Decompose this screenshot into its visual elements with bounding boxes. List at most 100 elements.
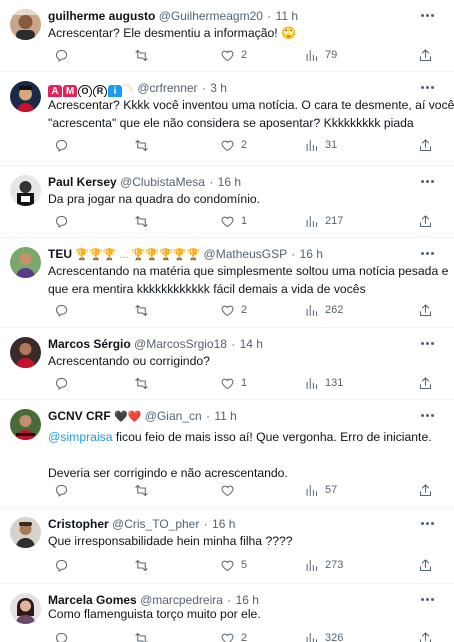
like-button[interactable]: 1	[220, 374, 247, 392]
reply-tweet[interactable]: A M O Ri 〽 @crfrenner · 3 h Acrescentar? Kkk…	[0, 72, 454, 166]
avatar[interactable]	[10, 517, 41, 548]
retweet-button[interactable]	[134, 212, 155, 230]
like-button[interactable]: 1	[220, 212, 247, 230]
views-button[interactable]: 79	[304, 46, 337, 64]
share-button[interactable]	[418, 481, 433, 499]
share-button[interactable]	[418, 629, 433, 642]
share-button[interactable]	[418, 374, 433, 392]
like-button[interactable]: 2	[220, 301, 247, 319]
timestamp[interactable]: 3 h	[210, 81, 227, 95]
avatar[interactable]	[10, 409, 41, 440]
share-button[interactable]	[418, 136, 433, 154]
reply-tweet[interactable]: Cristopher @Cris_TO_pher · 16 h Que irre…	[0, 508, 454, 584]
like-button[interactable]: 2	[220, 629, 247, 642]
tweet-text-line	[48, 446, 432, 464]
avatar[interactable]	[10, 9, 41, 40]
action-bar: 5 273	[48, 556, 438, 574]
reply-button[interactable]	[54, 46, 75, 64]
reply-button[interactable]	[54, 301, 75, 319]
avatar[interactable]	[10, 247, 41, 278]
views-button[interactable]: 326	[304, 629, 343, 642]
share-button[interactable]	[418, 301, 433, 319]
reply-button[interactable]	[54, 374, 75, 392]
more-options-icon[interactable]	[416, 78, 438, 96]
tweet-text-line: Que irresponsabilidade hein minha filha …	[48, 534, 293, 548]
views-button[interactable]: 31	[304, 136, 337, 154]
timestamp[interactable]: 14 h	[240, 337, 263, 351]
views-icon	[306, 559, 317, 571]
author-handle[interactable]: @Cris_TO_pher	[112, 517, 199, 531]
author-name[interactable]: guilherme augusto	[48, 9, 155, 23]
more-options-icon[interactable]	[416, 244, 438, 262]
timestamp[interactable]: 11 h	[214, 409, 236, 423]
tweet-text: @simpraisa ficou feio de mais isso aí! Q…	[48, 428, 432, 482]
more-options-icon[interactable]	[416, 6, 438, 24]
reply-button[interactable]	[54, 212, 75, 230]
author-handle[interactable]: @Gian_cn	[145, 409, 202, 423]
reply-button[interactable]	[54, 481, 75, 499]
retweet-button[interactable]	[134, 629, 155, 642]
mention-link[interactable]: @simpraisa	[48, 430, 113, 444]
reply-button[interactable]	[54, 136, 75, 154]
author-name[interactable]: Paul Kersey	[48, 175, 117, 189]
heart-icon	[221, 485, 234, 496]
share-button[interactable]	[418, 46, 433, 64]
share-button[interactable]	[418, 212, 433, 230]
retweet-button[interactable]	[134, 301, 155, 319]
retweet-button[interactable]	[134, 481, 155, 499]
views-button[interactable]: 57	[304, 481, 337, 499]
heart-icon	[221, 560, 234, 571]
views-button[interactable]: 273	[304, 556, 343, 574]
reply-button[interactable]	[54, 556, 75, 574]
retweet-icon	[135, 304, 148, 316]
avatar[interactable]	[10, 175, 41, 206]
like-button[interactable]: 2	[220, 46, 247, 64]
retweet-button[interactable]	[134, 136, 155, 154]
name-badge: 〽	[123, 83, 134, 95]
more-options-icon[interactable]	[416, 406, 438, 424]
retweet-button[interactable]	[134, 556, 155, 574]
avatar[interactable]	[10, 337, 41, 368]
avatar[interactable]	[10, 593, 41, 624]
action-bar: 2 31	[48, 136, 438, 154]
reply-tweet[interactable]: GCNV CRF 🖤❤️ @Gian_cn · 11 h @simpraisa …	[0, 400, 454, 508]
retweet-icon	[135, 139, 148, 151]
reply-tweet[interactable]: Marcos Sérgio @MarcosSrgio18 · 14 h Acre…	[0, 328, 454, 400]
retweet-icon	[135, 559, 148, 571]
reply-button[interactable]	[54, 629, 75, 642]
timestamp[interactable]: 11 h	[276, 9, 298, 23]
timestamp[interactable]: 16 h	[212, 517, 235, 531]
timestamp[interactable]: 16 h	[218, 175, 241, 189]
author-handle[interactable]: @Guilhermeagm20	[159, 9, 263, 23]
author-handle[interactable]: @crfrenner	[137, 81, 197, 95]
views-icon	[306, 49, 317, 61]
avatar[interactable]	[10, 81, 41, 112]
author-name[interactable]: GCNV CRF	[48, 409, 111, 423]
retweet-button[interactable]	[134, 46, 155, 64]
like-button[interactable]	[220, 481, 241, 499]
reply-tweet[interactable]: guilherme augusto @Guilhermeagm20 · 11 h…	[0, 0, 454, 72]
more-options-icon[interactable]	[416, 172, 438, 190]
author-name[interactable]: Marcos Sérgio	[48, 337, 131, 351]
retweet-button[interactable]	[134, 374, 155, 392]
retweet-icon	[135, 377, 148, 389]
reply-tweet[interactable]: Paul Kersey @ClubistaMesa · 16 h Da pra …	[0, 166, 454, 238]
share-button[interactable]	[418, 556, 433, 574]
author-handle[interactable]: @MatheusGSP	[204, 247, 287, 261]
more-options-icon[interactable]	[416, 514, 438, 532]
author-name[interactable]: Cristopher	[48, 517, 109, 531]
author-name[interactable]: TEU	[48, 247, 72, 261]
views-icon	[306, 377, 317, 389]
views-button[interactable]: 131	[304, 374, 343, 392]
more-options-icon[interactable]	[416, 334, 438, 352]
author-handle[interactable]: @MarcosSrgio18	[134, 337, 227, 351]
views-button[interactable]: 217	[304, 212, 343, 230]
views-button[interactable]: 262	[304, 301, 343, 319]
timestamp[interactable]: 16 h	[300, 247, 323, 261]
reply-tweet[interactable]: TEU 🏆🏆🏆 ... 🏆🏆🏆🏆🏆 @MatheusGSP · 16 h Acr…	[0, 238, 454, 328]
like-button[interactable]: 2	[220, 136, 247, 154]
reply-icon	[56, 377, 67, 390]
reply-tweet[interactable]: Marcela Gomes @marcpedreira · 16 h Como …	[0, 584, 454, 642]
like-button[interactable]: 5	[220, 556, 247, 574]
author-handle[interactable]: @ClubistaMesa	[120, 175, 205, 189]
